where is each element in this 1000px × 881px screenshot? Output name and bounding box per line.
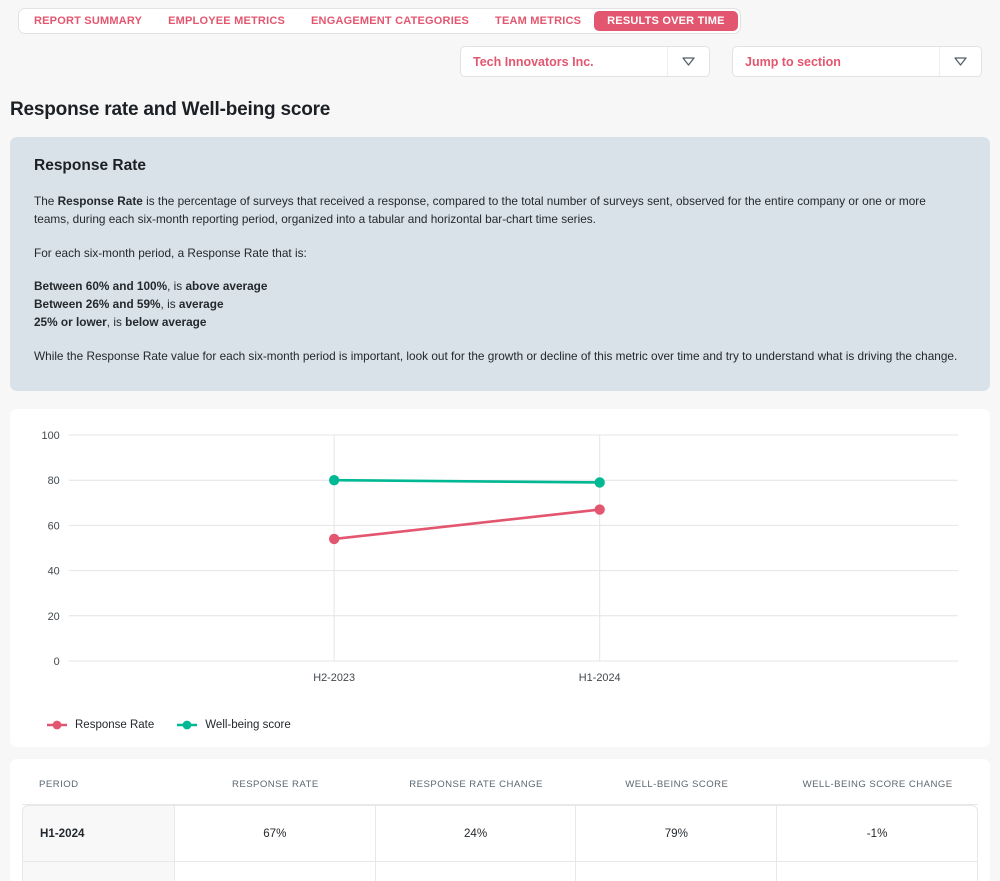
y-axis-tick-label: 40 [48,566,60,578]
rating-range: Between 60% and 100% [34,278,168,293]
y-axis-tick-label: 60 [48,520,60,532]
table-cell-response-rate-change: 24% [375,804,577,862]
table-column-header: PERIOD [22,769,175,805]
table-cell-wellbeing-score-change: N/A [777,861,978,881]
table-cell-period: H1-2024 [22,804,175,862]
rating-thresholds-list: Between 60% and 100%, is above average Be… [34,277,966,332]
selector-row: Tech Innovators Inc. Jump to section [0,34,1000,77]
tab-results-over-time[interactable]: RESULTS OVER TIME [594,11,738,31]
table-header-row: PERIOD RESPONSE RATE RESPONSE RATE CHANGE W… [22,769,978,805]
chart-card: 0 20 40 60 80 100 H2-2023 H1-2024 Response Rate… [10,408,990,747]
table-cell-response-rate: 67% [174,804,376,862]
company-select[interactable]: Tech Innovators Inc. [460,46,710,77]
rating-connector: , is [160,297,179,312]
y-axis-tick-label: 0 [54,656,60,668]
rating-range: 25% or lower [34,315,107,330]
table-cell-wellbeing-score-change: -1% [777,804,978,862]
info-panel-title: Response Rate [34,157,146,174]
tab-engagement-categories[interactable]: ENGAGEMENT CATEGORIES [298,11,482,31]
table-cell-wellbeing-score: 80% [576,861,778,881]
chart-legend: Response Rate Well-being score [24,713,976,737]
info-paragraph-pre: The [34,194,58,208]
table-cell-period: H2-2023 [22,861,175,881]
results-table: PERIOD RESPONSE RATE RESPONSE RATE CHANGE W… [22,769,978,881]
rating-connector: , is [167,278,186,293]
table-cell-response-rate-change: N/A [375,861,577,881]
results-table-head: PERIOD RESPONSE RATE RESPONSE RATE CHANGE W… [22,769,978,805]
info-panel: Response Rate The Response Rate is the p… [10,137,990,391]
company-select-value: Tech Innovators Inc. [473,54,594,69]
info-paragraph-post: is the percentage of surveys that receiv… [34,194,926,227]
chart-data-point[interactable] [328,533,340,545]
table-column-header: RESPONSE RATE CHANGE [375,769,577,805]
rating-connector: , is [106,315,126,330]
x-axis-tick-label: H2-2023 [313,672,355,684]
rating-verdict: average [178,297,224,312]
chart-series-line [332,508,601,541]
table-row: H2-202354%N/A80%N/A [22,861,978,881]
rating-threshold-item: Between 26% and 59%, is average [34,295,966,313]
table-column-header: WELL-BEING SCORE [576,769,778,805]
table-column-header: RESPONSE RATE [174,769,376,805]
tab-report-summary[interactable]: REPORT SUMMARY [21,11,155,31]
chart-data-point[interactable] [328,474,340,486]
results-table-card: PERIOD RESPONSE RATE RESPONSE RATE CHANGE W… [10,758,990,881]
chart-data-point[interactable] [594,477,605,488]
tab-employee-metrics[interactable]: EMPLOYEE METRICS [155,11,298,31]
y-axis-tick-label: 20 [48,611,60,623]
x-axis-tick-label: H1-2024 [579,672,621,684]
chart-legend-item[interactable]: Response Rate [46,719,154,731]
chart-legend-item[interactable]: Well-being score [176,718,291,731]
line-chart: 0 20 40 60 80 100 H2-2023 H1-2024 [24,423,976,713]
tab-bar-container: REPORT SUMMARY EMPLOYEE METRICS ENGAGEMENT… [0,0,1000,34]
info-paragraph-term: Response Rate [57,194,143,208]
chevron-down-icon[interactable] [939,47,981,76]
y-axis-tick-label: 80 [48,475,60,487]
line-chart-svg: 0 20 40 60 80 100 H2-2023 H1-2024 [42,430,959,684]
rating-verdict: above average [185,278,268,293]
legend-marker-icon [177,720,198,730]
rating-range: Between 26% and 59% [34,297,161,312]
chart-data-point[interactable] [594,504,605,515]
results-table-body: H1-202467%24%79%-1%H2-202354%N/A80%N/A [22,804,978,881]
rating-threshold-item: Between 60% and 100%, is above average [34,277,966,295]
chevron-down-icon[interactable] [667,47,709,76]
y-axis-tick-label: 100 [42,430,60,442]
rating-verdict: below average [125,315,207,330]
table-cell-wellbeing-score: 79% [576,804,778,862]
info-paragraph-lead-in: For each six-month period, a Response Ra… [34,245,307,260]
info-paragraph-guidance: While the Response Rate value for each s… [34,348,958,363]
rating-threshold-item: 25% or lower, is below average [34,313,966,331]
table-row: H1-2024 67% 24% 79% -1% [22,804,978,862]
chart-legend-label: Response Rate [75,718,155,731]
table-column-header: WELL-BEING SCORE CHANGE [777,769,978,805]
legend-marker-icon [47,720,67,730]
jump-to-section-select[interactable]: Jump to section [732,46,982,77]
info-paragraph-definition: The Response Rate is the percentage of s… [34,192,964,229]
tab-team-metrics[interactable]: TEAM METRICS [482,11,594,31]
table-cell-response-rate: 54% [174,861,376,881]
page-title: Response rate and Well-being score [10,99,331,120]
tab-bar: REPORT SUMMARY EMPLOYEE METRICS ENGAGEMENT… [18,8,741,34]
jump-to-section-value: Jump to section [745,54,841,69]
chart-legend-label: Well-being score [205,718,291,731]
